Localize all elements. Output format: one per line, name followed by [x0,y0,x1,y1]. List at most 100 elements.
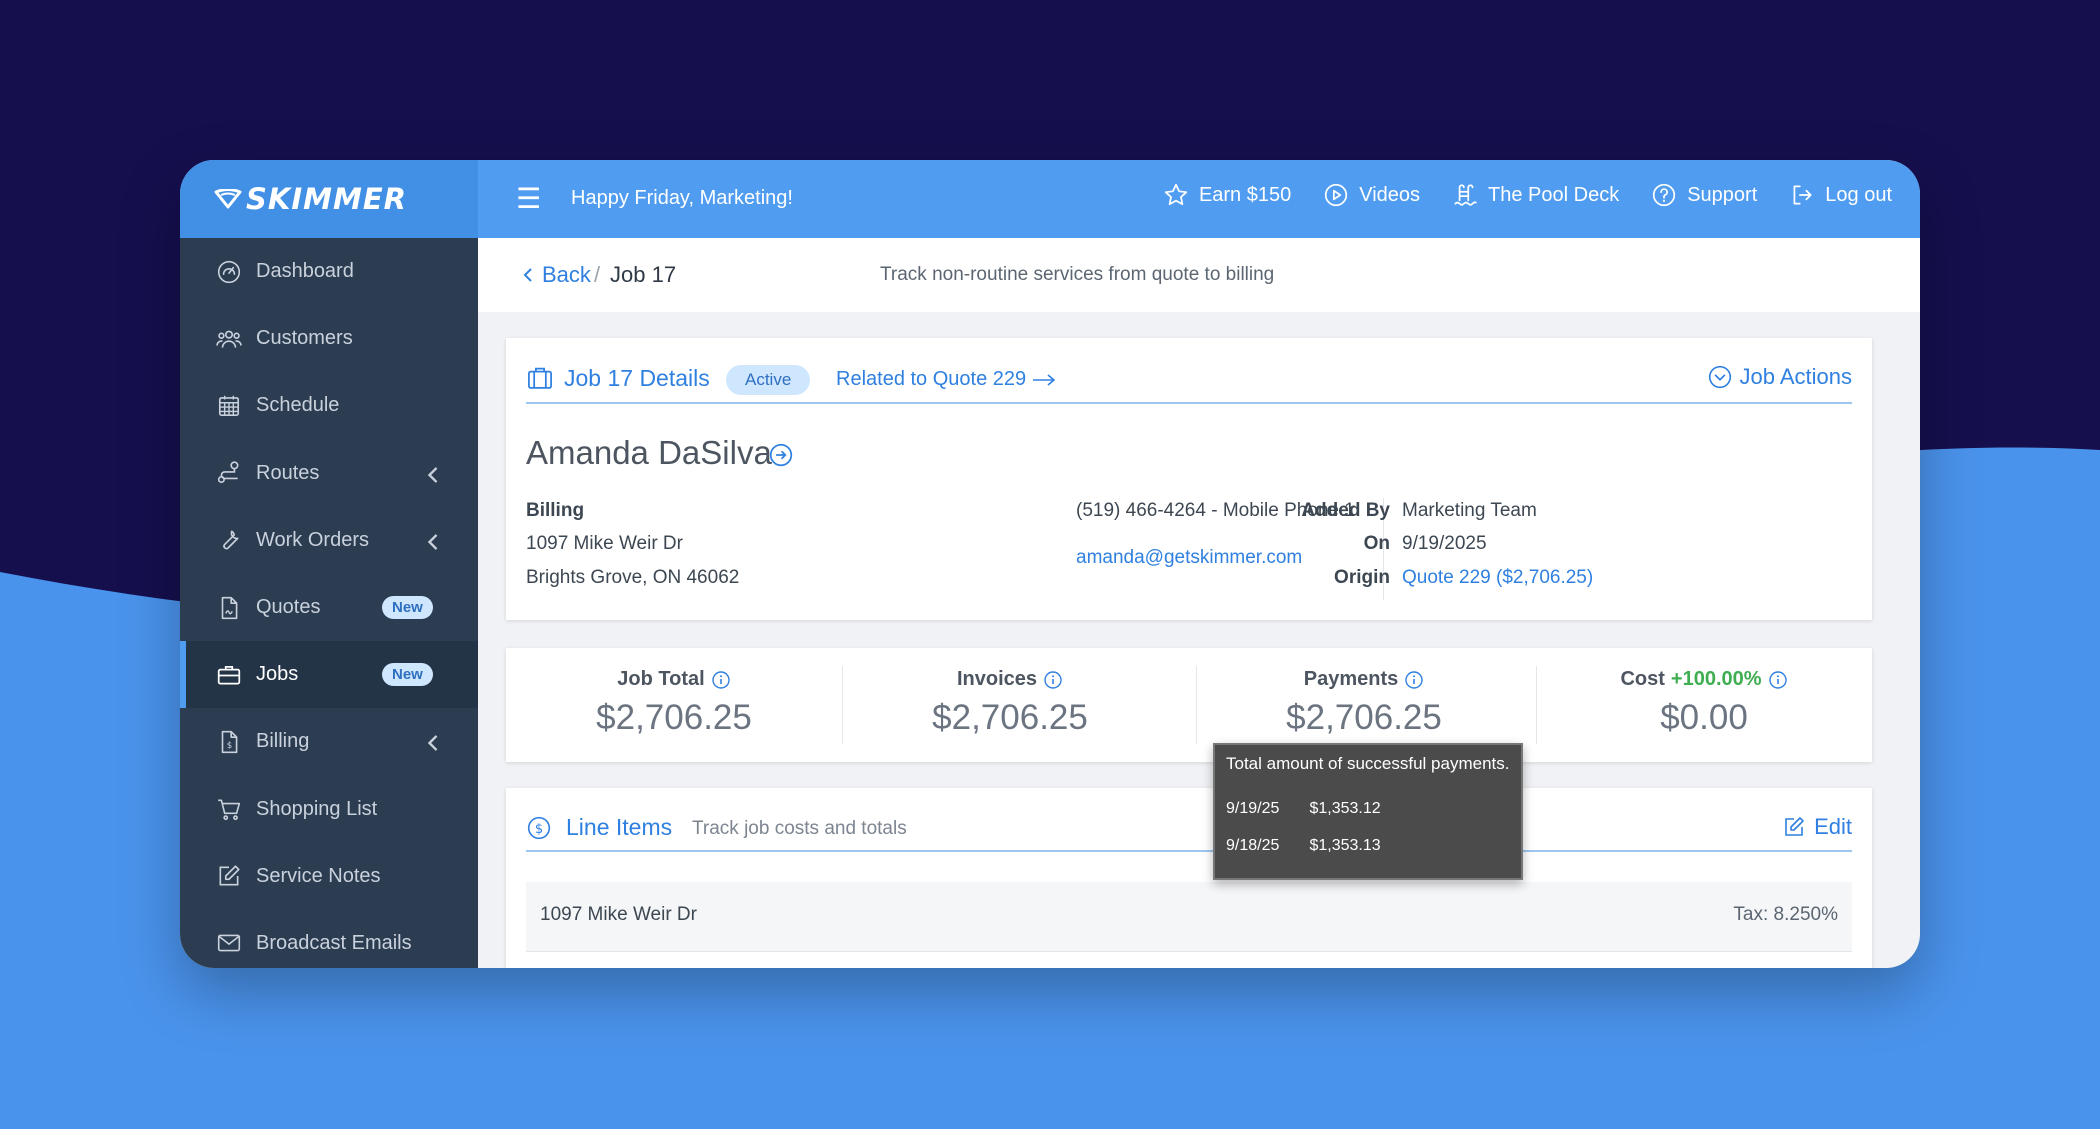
stat-job-total: Job Total $2,706.25 [506,648,842,762]
origin-label: Origin [1334,567,1390,588]
sidebar-item-label: Routes [256,461,320,484]
page-subtitle: Track non-routine services from quote to… [880,264,1275,285]
pool-deck-label: The Pool Deck [1488,183,1620,206]
back-link[interactable]: Back [520,262,591,288]
job-actions-button[interactable]: Job Actions [1707,364,1852,390]
on-value: 9/19/2025 [1402,533,1487,554]
related-quote-label: Related to Quote 229 [836,368,1027,390]
added-by-label: Added By [1301,500,1390,521]
billing-address-line1: 1097 Mike Weir Dr [526,533,683,554]
line-item-group-row[interactable]: 1097 Mike Weir Dr Tax: 8.250% [526,882,1852,952]
payments-tooltip: Total amount of successful payments. 9/1… [1213,743,1523,880]
line-items-title-text: Line Items [566,814,673,840]
stat-label: Payments [1196,668,1532,691]
sidebar-item-billing[interactable]: $ Billing [180,708,478,775]
info-icon[interactable] [711,670,731,690]
support-link[interactable]: Support [1651,182,1757,208]
details-title: Job 17 Details [526,364,710,392]
earn-link[interactable]: Earn $150 [1163,182,1291,208]
details-title-row: Job 17 Details Active Related to Quote 2… [526,364,1852,404]
sidebar-item-label: Quotes [256,596,321,619]
sidebar-item-broadcast-emails[interactable]: Broadcast Emails [180,910,478,968]
sidebar-item-label: Billing [256,730,310,753]
app-window: SKIMMER ☰ Happy Friday, Marketing! Earn … [180,160,1920,968]
origin-link[interactable]: Quote 229 ($2,706.25) [1402,567,1593,589]
line-items-title-row: $ Line Items Track job costs and totals … [526,812,1852,852]
videos-label: Videos [1359,183,1421,206]
edit-button[interactable]: Edit [1782,814,1852,840]
sidebar-item-work-orders[interactable]: Work Orders [180,507,478,574]
tooltip-payment-row: 9/18/25 $1,353.13 [1226,837,1381,855]
email-link[interactable]: amanda@getskimmer.com [1076,547,1302,569]
stat-label-text: Invoices [956,668,1038,690]
wrench-icon [223,530,239,550]
details-title-text: Job 17 Details [564,364,710,391]
tooltip-payment-row: 9/19/25 $1,353.12 [1226,800,1381,818]
line-items-title: $ Line Items [526,814,672,841]
stat-label-text: Payments [1303,668,1399,690]
sidebar-item-label: Service Notes [256,864,381,887]
svg-text:$: $ [227,741,233,751]
sidebar-item-shopping-list[interactable]: Shopping List [180,776,478,843]
payment-amount: $1,353.13 [1309,837,1381,854]
sidebar-item-jobs[interactable]: Jobs New [180,641,478,709]
billing-address-line2: Brights Grove, ON 46062 [526,567,740,588]
pool-deck-link[interactable]: The Pool Deck [1452,182,1619,208]
sidebar-item-label: Work Orders [256,528,369,551]
document-icon [221,596,238,619]
tooltip-heading: Total amount of successful payments. [1226,754,1510,773]
dollar-circle-icon: $ [527,816,551,839]
arrow-right-icon [1033,373,1056,386]
pool-ladder-icon [1454,184,1477,206]
hamburger-menu-icon[interactable]: ☰ [516,185,541,213]
line-items-subtitle: Track job costs and totals [692,818,907,839]
sidebar-item-label: Dashboard [256,260,354,283]
added-by-value: Marketing Team [1402,500,1537,521]
stat-label-text: Job Total [617,668,705,690]
top-nav: Earn $150 Videos The Pool Deck Support L… [1131,182,1892,208]
back-label: Back [542,262,591,287]
sidebar-item-routes[interactable]: Routes [180,440,478,507]
chevron-down-circle-icon [1709,365,1732,389]
sidebar-item-quotes[interactable]: Quotes New [180,574,478,641]
related-quote-link[interactable]: Related to Quote 229 [836,368,1056,391]
greeting-text: Happy Friday, Marketing! [571,187,793,209]
sidebar-item-label: Broadcast Emails [256,931,412,954]
payment-date: 9/18/25 [1226,837,1280,854]
gauge-icon [217,260,241,283]
sidebar-item-label: Shopping List [256,797,378,820]
line-item-tax: Tax: 8.250% [1733,904,1838,925]
videos-link[interactable]: Videos [1323,182,1420,208]
info-icon[interactable] [1043,670,1063,690]
earn-label: Earn $150 [1198,183,1292,206]
arrow-circle-right-icon[interactable] [768,442,794,468]
customer-name: Amanda DaSilva [526,434,772,471]
stat-label: Job Total [506,668,842,691]
briefcase-icon [217,665,241,685]
sidebar-item-service-notes[interactable]: Service Notes [180,843,478,910]
svg-text:$: $ [535,821,543,836]
new-badge: New [382,663,433,687]
sidebar-item-schedule[interactable]: Schedule [180,372,478,439]
chevron-left-icon [523,268,532,282]
sidebar-item-dashboard[interactable]: Dashboard [180,238,478,305]
stat-cost: Cost +100.00% $0.00 [1536,648,1872,762]
note-edit-icon [219,865,240,886]
payment-amount: $1,353.12 [1309,800,1381,817]
edit-label: Edit [1814,814,1852,839]
cost-percent: +100.00% [1670,668,1762,690]
support-label: Support [1687,183,1758,206]
logout-link[interactable]: Log out [1789,182,1892,208]
stat-value: $2,706.25 [1286,698,1442,737]
chevron-left-icon [427,533,438,550]
briefcase-icon [528,367,552,389]
info-icon[interactable] [1768,670,1788,690]
page-header: Back / Job 17 Track non-routine services… [478,238,1920,312]
sidebar-item-customers[interactable]: Customers [180,305,478,372]
envelope-icon [217,935,241,952]
payment-date: 9/19/25 [1226,800,1280,817]
info-icon[interactable] [1404,670,1424,690]
stat-label: Cost +100.00% [1536,668,1872,691]
sidebar-item-label: Customers [256,327,353,350]
brand-logo[interactable]: SKIMMER [180,160,478,238]
